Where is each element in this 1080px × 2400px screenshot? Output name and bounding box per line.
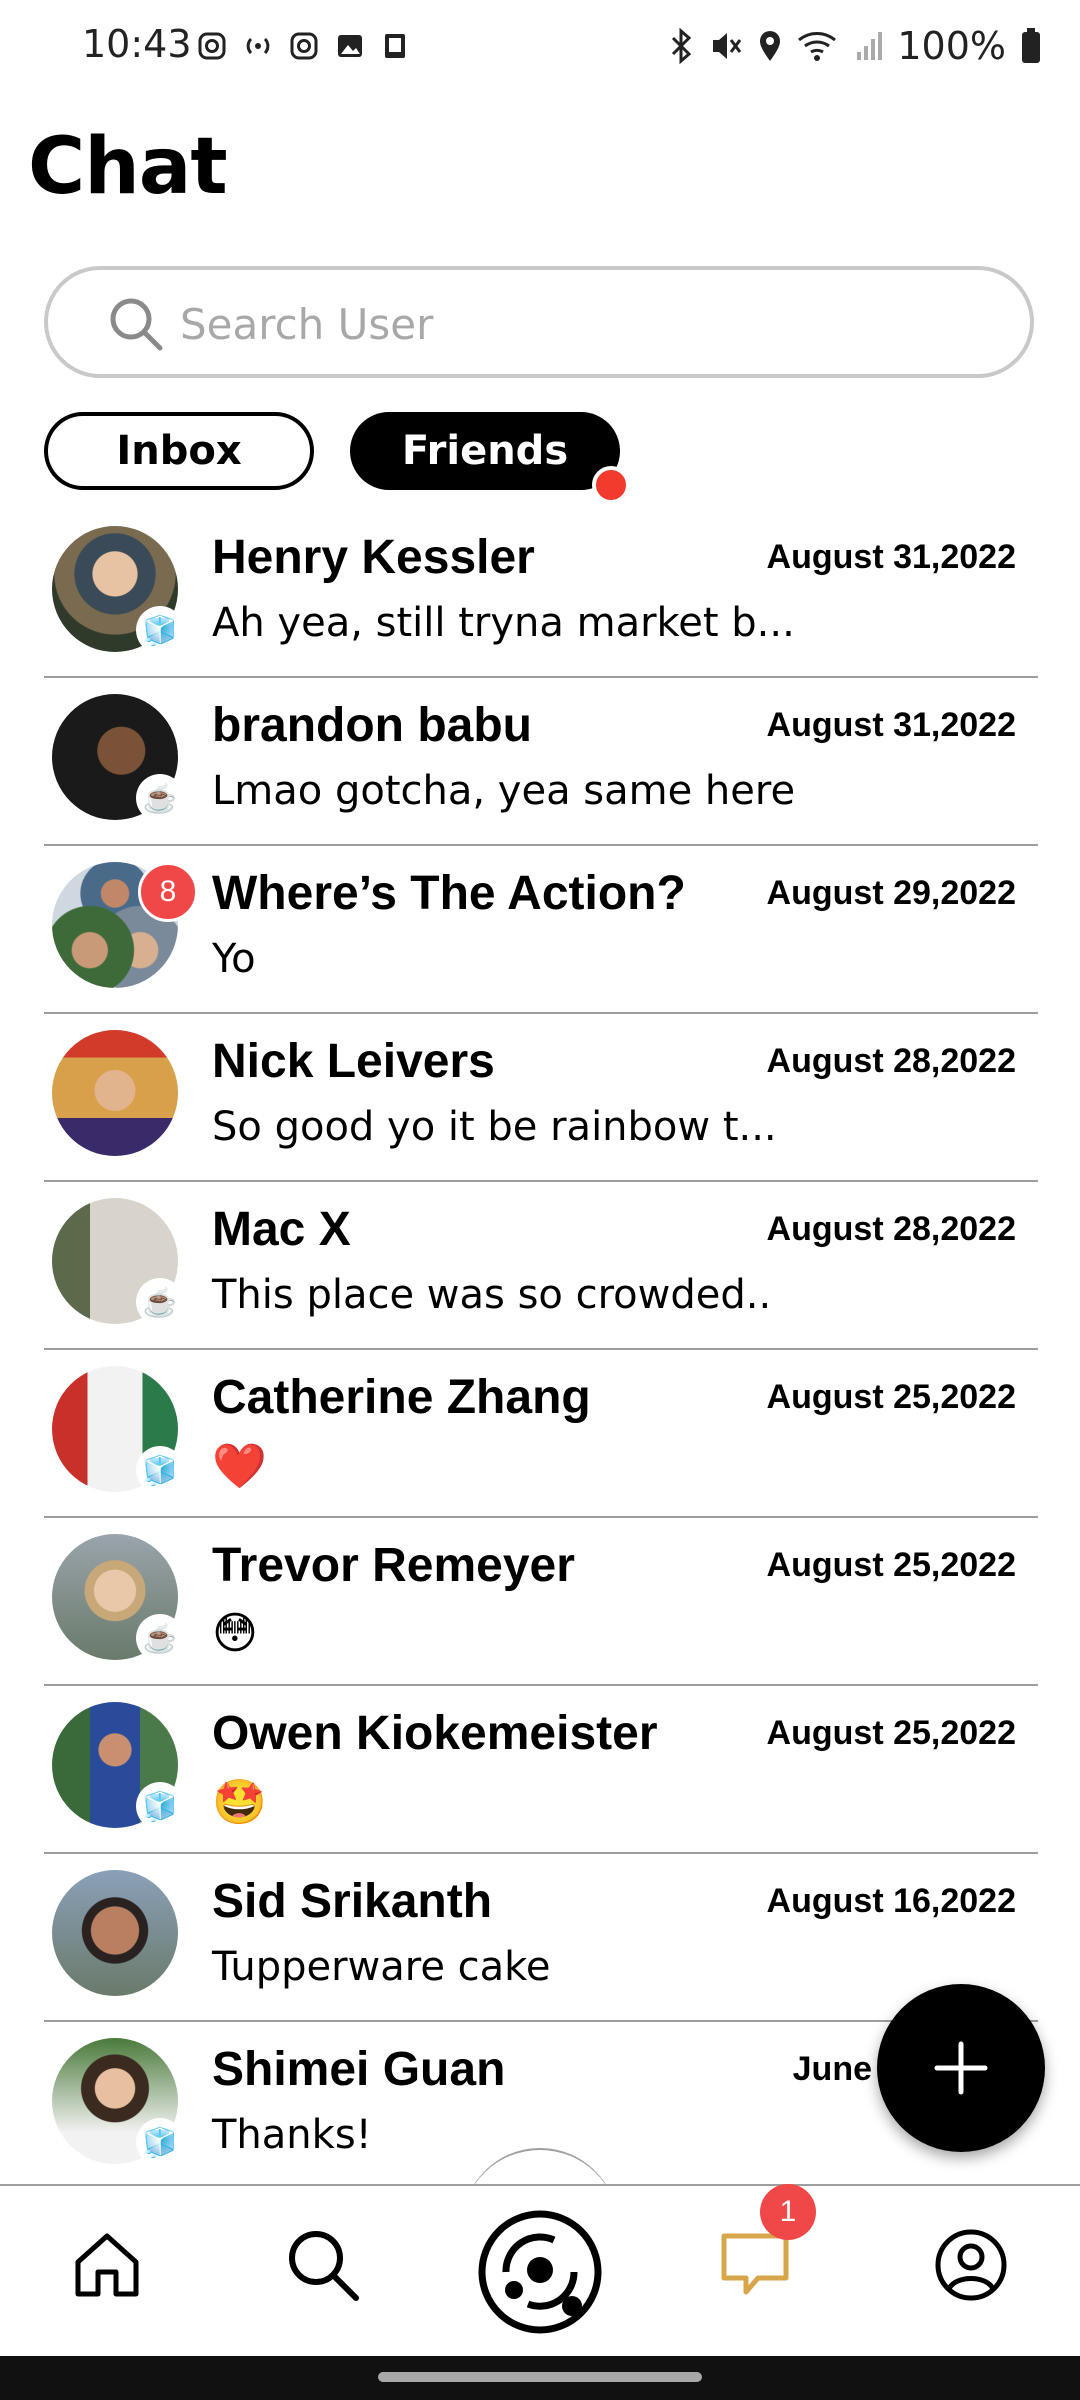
new-chat-button[interactable] xyxy=(877,1984,1045,2152)
home-gesture-bar[interactable] xyxy=(378,2372,702,2382)
ice-icon: 🧊 xyxy=(136,606,184,654)
cast-icon xyxy=(246,37,270,55)
nav-home[interactable] xyxy=(62,2220,152,2310)
battery-percentage: 100% xyxy=(897,24,1006,68)
bottom-nav: 1 xyxy=(0,2184,1080,2358)
chat-name: Trevor Remeyer xyxy=(212,1539,575,1592)
chat-preview: Tupperware cake xyxy=(212,1944,551,1990)
chat-name: Nick Leivers xyxy=(212,1035,495,1088)
status-bar: 10:43 100% xyxy=(0,0,1080,100)
wifi-icon xyxy=(798,32,837,61)
chat-preview: Yo xyxy=(212,936,256,982)
chat-preview: 😳 xyxy=(212,1608,258,1659)
profile-icon xyxy=(935,2229,1007,2301)
nav-search[interactable] xyxy=(278,2220,368,2310)
chat-date: August 16,2022 xyxy=(766,1882,1016,1920)
avatar xyxy=(52,1030,178,1156)
gallery-icon xyxy=(338,35,362,57)
nav-profile[interactable] xyxy=(926,2220,1016,2310)
plus-icon xyxy=(934,2041,988,2095)
chat-name: Shimei Guan xyxy=(212,2043,506,2096)
tab-inbox[interactable]: Inbox xyxy=(44,412,314,490)
tab-inbox-label: Inbox xyxy=(116,428,242,474)
chat-row[interactable]: 🧊 Catherine Zhang August 25,2022 ❤️ xyxy=(44,1350,1038,1518)
chat-row[interactable]: ☕ Mac X August 28,2022 This place was so… xyxy=(44,1182,1038,1350)
chat-date: August 25,2022 xyxy=(766,1378,1016,1416)
system-status: 100% xyxy=(667,24,1042,68)
ice-icon: 🧊 xyxy=(136,1446,184,1494)
chat-date: June xyxy=(792,2050,872,2088)
battery-icon xyxy=(1022,28,1040,63)
location-icon xyxy=(760,31,781,61)
mute-icon xyxy=(713,33,742,59)
search-icon xyxy=(110,298,163,351)
search-input[interactable] xyxy=(178,286,982,362)
status-time: 10:43 xyxy=(82,22,192,66)
chat-date: August 28,2022 xyxy=(766,1210,1016,1248)
notification-dot xyxy=(592,466,630,504)
chat-preview: 🤩 xyxy=(212,1777,267,1828)
instagram-icon xyxy=(290,32,318,60)
chat-date: August 25,2022 xyxy=(766,1546,1016,1584)
app-logo-icon xyxy=(478,2210,602,2334)
chat-name: Owen Kiokemeister xyxy=(212,1707,658,1760)
chat-date: August 25,2022 xyxy=(766,1714,1016,1752)
chat-name: Henry Kessler xyxy=(212,531,535,584)
chat-list: 🧊 Henry Kessler August 31,2022 Ah yea, s… xyxy=(44,510,1038,2190)
page-title: Chat xyxy=(28,122,228,212)
device-icon xyxy=(385,34,405,58)
chat-row[interactable]: 🧊 Owen Kiokemeister August 25,2022 🤩 xyxy=(44,1686,1038,1854)
chat-preview: Lmao gotcha, yea same here xyxy=(212,768,796,814)
home-icon xyxy=(75,2233,139,2297)
chat-row[interactable]: Nick Leivers August 28,2022 So good yo i… xyxy=(44,1014,1038,1182)
chat-row[interactable]: 8 Where’s The Action? August 29,2022 Yo xyxy=(44,846,1038,1014)
chat-date: August 29,2022 xyxy=(766,874,1016,912)
chat-preview: ❤️ xyxy=(212,1441,267,1492)
chat-date: August 31,2022 xyxy=(766,706,1016,744)
instagram-icon xyxy=(198,32,226,60)
search-icon xyxy=(289,2231,359,2301)
coffee-icon: ☕ xyxy=(136,1278,184,1326)
chat-name: Where’s The Action? xyxy=(212,867,686,920)
chat-date: August 31,2022 xyxy=(766,538,1016,576)
chat-name: Mac X xyxy=(212,1203,351,1256)
tab-friends-label: Friends xyxy=(401,428,569,474)
avatar xyxy=(52,1870,178,1996)
search-bar[interactable] xyxy=(44,266,1034,378)
nav-chat[interactable]: 1 xyxy=(710,2184,816,2310)
chat-row[interactable]: 🧊 Henry Kessler August 31,2022 Ah yea, s… xyxy=(44,510,1038,678)
coffee-icon: ☕ xyxy=(136,774,184,822)
chat-name: brandon babu xyxy=(212,699,532,752)
tab-friends[interactable]: Friends xyxy=(350,412,630,504)
ice-icon: 🧊 xyxy=(136,1782,184,1830)
chat-row[interactable]: ☕ brandon babu August 31,2022 Lmao gotch… xyxy=(44,678,1038,846)
ice-icon: 🧊 xyxy=(136,2118,184,2166)
chat-date: August 28,2022 xyxy=(766,1042,1016,1080)
chat-preview: So good yo it be rainbow t... xyxy=(212,1104,777,1150)
bluetooth-icon xyxy=(672,28,692,64)
chat-row[interactable]: Sid Srikanth August 16,2022 Tupperware c… xyxy=(44,1854,1038,2022)
signal-icon xyxy=(857,32,883,60)
chat-preview: This place was so crowded.. xyxy=(212,1272,772,1318)
notification-icons xyxy=(196,30,412,62)
unread-badge: 8 xyxy=(138,862,198,922)
chat-name: Catherine Zhang xyxy=(212,1371,591,1424)
chat-preview: Thanks! xyxy=(212,2112,372,2158)
chat-badge: 1 xyxy=(760,2184,816,2240)
nav-center[interactable] xyxy=(474,2206,606,2338)
chat-row[interactable]: ☕ Trevor Remeyer August 25,2022 😳 xyxy=(44,1518,1038,1686)
chat-preview: Ah yea, still tryna market b... xyxy=(212,600,795,646)
coffee-icon: ☕ xyxy=(136,1614,184,1662)
chat-name: Sid Srikanth xyxy=(212,1875,493,1928)
